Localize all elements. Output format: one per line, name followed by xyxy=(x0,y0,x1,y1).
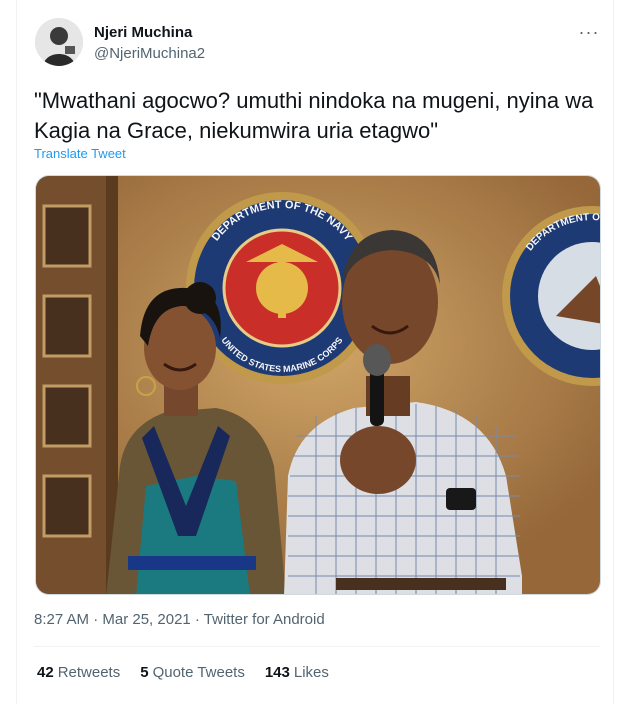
likes-label: Likes xyxy=(293,664,329,681)
retweets-count: 42 xyxy=(37,664,54,681)
likes-stat[interactable]: 143 Likes xyxy=(265,664,329,681)
author-handle[interactable]: @NjeriMuchina2 xyxy=(94,45,205,62)
divider xyxy=(34,646,600,647)
quotes-label: Quote Tweets xyxy=(152,664,245,681)
avatar[interactable] xyxy=(35,18,83,66)
tweet-timestamp[interactable]: 8:27 AM · Mar 25, 2021 · Twitter for And… xyxy=(34,611,325,628)
tweet-card: Njeri Muchina @NjeriMuchina2 ··· "Mwatha… xyxy=(16,0,614,704)
quote-tweets-stat[interactable]: 5 Quote Tweets xyxy=(140,664,245,681)
retweets-label: Retweets xyxy=(57,664,121,681)
photo-illustration: DEPARTMENT OF THE NAVY UNITED STATES MAR… xyxy=(36,176,600,594)
more-horizontal-icon[interactable]: ··· xyxy=(577,22,601,42)
likes-count: 143 xyxy=(264,664,290,681)
tweet-stats: 42 Retweets 5 Quote Tweets 143 Likes xyxy=(37,664,329,681)
tweet-photo[interactable]: DEPARTMENT OF THE NAVY UNITED STATES MAR… xyxy=(35,175,601,595)
tweet-text: "Mwathani agocwo? umuthi nindoka na muge… xyxy=(34,88,594,143)
author-name[interactable]: Njeri Muchina xyxy=(94,24,192,41)
translate-tweet-link[interactable]: Translate Tweet xyxy=(34,146,126,161)
avatar-image xyxy=(35,18,83,66)
retweets-stat[interactable]: 42 Retweets xyxy=(37,664,120,681)
quotes-count: 5 xyxy=(140,664,149,681)
